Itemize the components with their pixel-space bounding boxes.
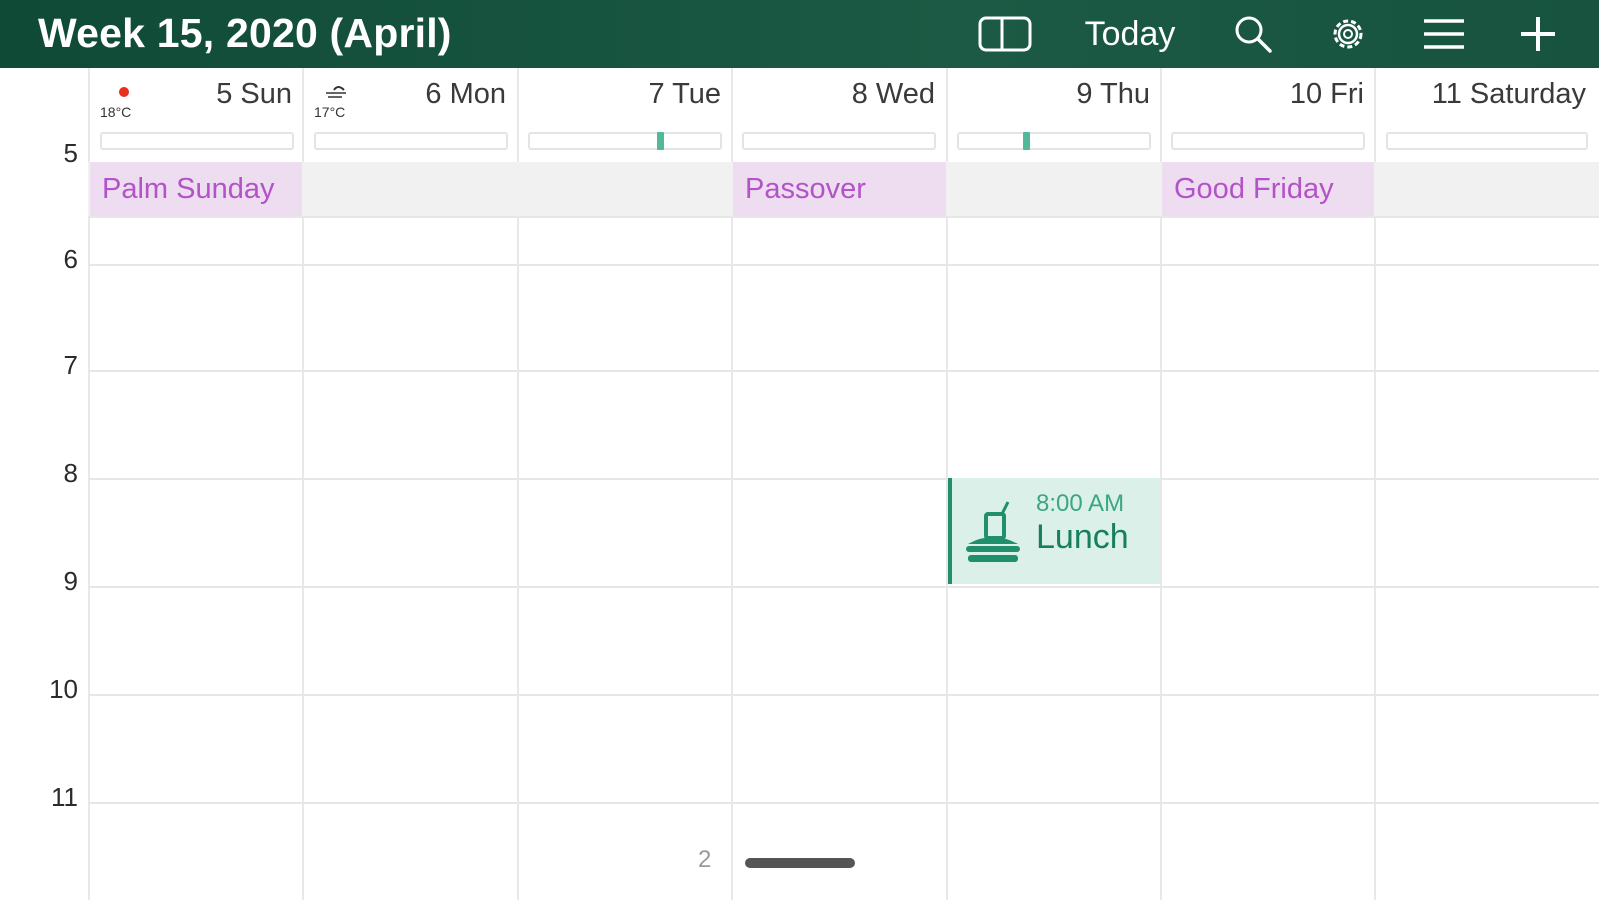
- event-title: Lunch: [1036, 518, 1129, 556]
- day-summary-bar: [742, 132, 936, 150]
- menu-button[interactable]: [1418, 0, 1470, 68]
- holiday-good-friday[interactable]: Good Friday: [1162, 162, 1374, 216]
- day-summary-bar: [1171, 132, 1365, 150]
- top-toolbar: Week 15, 2020 (April) Today: [0, 0, 1599, 68]
- sidebar-toggle-icon: [978, 16, 1032, 52]
- holiday-passover[interactable]: Passover: [733, 162, 946, 216]
- summary-event-marker: [657, 132, 664, 150]
- event-time: 8:00 AM: [1036, 490, 1125, 517]
- hour-label: 6: [63, 244, 78, 274]
- week-calendar-grid[interactable]: 5 Sun 6 Mon 7 Tue 8 Wed 9 Thu 10 Fri 11 …: [0, 68, 1599, 900]
- summary-event-marker: [1023, 132, 1030, 150]
- hour-label: 8: [63, 458, 78, 488]
- day-summary-bar: [314, 132, 508, 150]
- gear-icon: [1333, 19, 1363, 49]
- week-title[interactable]: Week 15, 2020 (April): [38, 10, 452, 57]
- split-view-button[interactable]: [975, 0, 1035, 68]
- hour-label: 9: [63, 566, 78, 596]
- hour-label: 11: [51, 782, 78, 812]
- day-summary-bar: [528, 132, 722, 150]
- lunch-food-icon: [966, 501, 1020, 562]
- sun-icon: [119, 87, 129, 97]
- grid-line: [88, 370, 1599, 372]
- settings-button[interactable]: [1322, 0, 1374, 68]
- add-event-button[interactable]: [1512, 0, 1564, 68]
- page-indicator: 2: [698, 846, 712, 873]
- grid-line: [88, 694, 1599, 696]
- day-summary-bar: [100, 132, 294, 150]
- holiday-palm-sunday[interactable]: Palm Sunday: [90, 162, 302, 216]
- grid-line: [88, 586, 1599, 588]
- weather-temp: 18°C: [100, 104, 132, 120]
- hour-label: 7: [63, 350, 78, 380]
- day-summary-bar: [957, 132, 1151, 150]
- plus-icon: [1521, 17, 1555, 51]
- home-indicator[interactable]: [745, 858, 855, 868]
- grid-line: [88, 264, 1599, 266]
- day-header-sat[interactable]: 11 Saturday: [1374, 78, 1586, 114]
- day-header-tue[interactable]: 7 Tue: [517, 78, 721, 114]
- day-header-wed[interactable]: 8 Wed: [731, 78, 935, 114]
- wind-cloud-icon: [326, 86, 346, 98]
- day-header-fri[interactable]: 10 Fri: [1160, 78, 1364, 114]
- hamburger-menu-icon: [1424, 19, 1464, 49]
- grid-line: [88, 802, 1599, 804]
- weather-temp: 17°C: [314, 104, 346, 120]
- grid-line: [88, 478, 1599, 480]
- hour-label: 10: [49, 674, 78, 704]
- day-header-thu[interactable]: 9 Thu: [946, 78, 1150, 114]
- day-summary-bar: [1386, 132, 1588, 150]
- grid-line: [88, 216, 1599, 218]
- hour-label: 5: [63, 138, 78, 168]
- event-lunch[interactable]: 8:00 AM Lunch: [948, 478, 1160, 584]
- today-button[interactable]: Today: [1075, 0, 1185, 68]
- search-icon: [1235, 16, 1272, 53]
- search-button[interactable]: [1228, 0, 1278, 68]
